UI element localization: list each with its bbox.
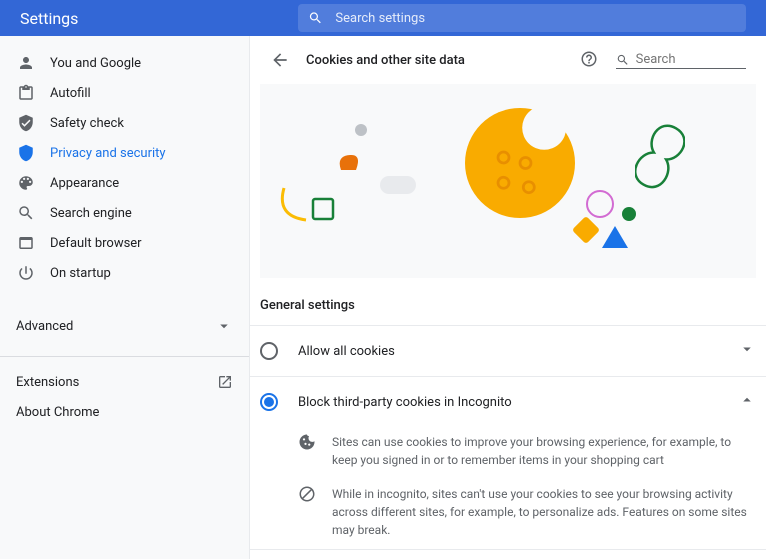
help-icon: [580, 50, 598, 68]
extensions-label: Extensions: [16, 375, 79, 390]
search-icon: [16, 203, 36, 223]
sidebar-item-label: Autofill: [50, 86, 91, 101]
option-label: Allow all cookies: [298, 344, 738, 359]
sidebar-item-label: Safety check: [50, 116, 124, 131]
chevron-down-icon: [215, 317, 233, 335]
option-allow-all[interactable]: Allow all cookies: [250, 325, 766, 376]
detail-text: While in incognito, sites can't use your…: [332, 485, 756, 539]
page-header: Cookies and other site data: [250, 36, 766, 84]
option-label: Block third-party cookies in Incognito: [298, 395, 738, 410]
cookie-icon: [465, 108, 575, 218]
ring-icon: [585, 189, 615, 219]
sidebar-item-privacy[interactable]: Privacy and security: [0, 138, 249, 168]
general-settings-heading: General settings: [250, 278, 766, 325]
shield-icon: [16, 143, 36, 163]
collapse-button[interactable]: [738, 391, 756, 413]
sidebar-item-label: Appearance: [50, 176, 119, 191]
orange-blob-icon: [336, 152, 362, 174]
help-button[interactable]: [580, 50, 600, 70]
page-search-input[interactable]: [636, 52, 746, 67]
sidebar-item-default-browser[interactable]: Default browser: [0, 228, 249, 258]
main-panel: Cookies and other site data General sett…: [250, 36, 766, 559]
block-icon: [298, 485, 318, 505]
sidebar-item-label: Search engine: [50, 206, 132, 221]
clipboard-icon: [16, 83, 36, 103]
detail-incognito-block: While in incognito, sites can't use your…: [250, 479, 766, 549]
advanced-label: Advanced: [16, 319, 73, 334]
triangle-icon: [600, 224, 630, 250]
peanut-icon: [635, 119, 685, 194]
arrow-back-icon: [270, 50, 290, 70]
sidebar-item-appearance[interactable]: Appearance: [0, 168, 249, 198]
sidebar-item-on-startup[interactable]: On startup: [0, 258, 249, 288]
shield-check-icon: [16, 113, 36, 133]
sidebar: You and Google Autofill Safety check Pri…: [0, 36, 250, 559]
sidebar-advanced[interactable]: Advanced: [0, 306, 249, 346]
sidebar-extensions[interactable]: Extensions: [0, 367, 249, 397]
hero-illustration: [260, 84, 756, 278]
grey-dot-icon: [355, 124, 367, 136]
about-label: About Chrome: [16, 405, 99, 420]
radio-checked-icon: [260, 393, 278, 411]
page-title: Cookies and other site data: [306, 53, 580, 68]
sidebar-item-search-engine[interactable]: Search engine: [0, 198, 249, 228]
search-settings-bar[interactable]: [298, 4, 746, 32]
expand-button[interactable]: [738, 340, 756, 362]
sidebar-about[interactable]: About Chrome: [0, 397, 249, 427]
chevron-down-icon: [738, 340, 756, 358]
sidebar-item-label: On startup: [50, 266, 111, 281]
browser-icon: [16, 233, 36, 253]
sidebar-item-autofill[interactable]: Autofill: [0, 78, 249, 108]
pill-icon: [380, 176, 416, 194]
sidebar-item-label: Privacy and security: [50, 146, 166, 161]
palette-icon: [16, 173, 36, 193]
person-icon: [16, 53, 36, 73]
sidebar-item-you-and-google[interactable]: You and Google: [0, 48, 249, 78]
back-button[interactable]: [270, 50, 290, 70]
cookie-icon: [298, 433, 318, 453]
search-settings-input[interactable]: [335, 11, 736, 26]
page-search[interactable]: [616, 52, 746, 69]
sidebar-item-safety-check[interactable]: Safety check: [0, 108, 249, 138]
detail-text: Sites can use cookies to improve your br…: [332, 433, 756, 469]
radio-icon: [260, 342, 278, 360]
search-icon: [616, 52, 630, 68]
square-outline-icon: [310, 196, 336, 222]
divider: [0, 356, 249, 357]
chevron-up-icon: [738, 391, 756, 409]
search-icon: [308, 10, 323, 26]
option-block-third-party[interactable]: Block third-party cookies: [250, 549, 766, 559]
app-title: Settings: [20, 9, 78, 28]
detail-cookie-usage: Sites can use cookies to improve your br…: [250, 427, 766, 479]
option-block-incognito[interactable]: Block third-party cookies in Incognito: [250, 376, 766, 427]
sidebar-item-label: Default browser: [50, 236, 142, 251]
power-icon: [16, 263, 36, 283]
green-dot-icon: [622, 207, 636, 221]
external-link-icon: [217, 374, 233, 390]
yellow-curve-icon: [280, 184, 310, 224]
sidebar-item-label: You and Google: [50, 56, 141, 71]
app-header: Settings: [0, 0, 766, 36]
